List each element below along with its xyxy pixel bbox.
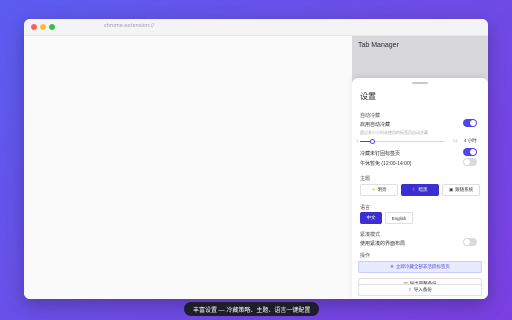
freeze-hours-slider[interactable] xyxy=(360,139,444,144)
blank-page-content xyxy=(24,36,352,299)
enable-auto-freeze-label: 启用自动冷藏 xyxy=(360,122,391,128)
section-actions: 操作 xyxy=(360,253,371,259)
language-chinese-button[interactable]: 中文 xyxy=(360,212,382,224)
compact-label: 使用紧凑的界面布局 xyxy=(360,241,406,247)
slider-min-label: 1 xyxy=(356,138,359,143)
settings-sheet: 设置 自动冷藏 启用自动冷藏 超过多少小时未使用的标签页自动冷藏 1 24 4 … xyxy=(352,78,488,299)
auto-freeze-hint: 超过多少小时未使用的标签页自动冷藏 xyxy=(360,130,428,135)
settings-title: 设置 xyxy=(360,92,376,101)
slider-thumb[interactable] xyxy=(370,139,375,144)
monitor-icon: ▣ xyxy=(448,187,454,192)
theme-option-label: 暗黑 xyxy=(418,187,428,192)
action-label: 立即冷藏全部非活跃标签页 xyxy=(395,264,450,269)
theme-light-button[interactable]: ☀ 明亮 xyxy=(360,184,398,196)
browser-window: chrome-extension:// Tab Manager 设置 自动冷藏 … xyxy=(24,19,488,299)
language-english-button[interactable]: English xyxy=(385,212,413,224)
section-auto-freeze: 自动冷藏 xyxy=(360,113,381,119)
compact-toggle[interactable] xyxy=(463,238,477,246)
toggle-knob xyxy=(470,149,476,155)
snowflake-icon: ❄ xyxy=(390,264,394,269)
slider-value-label: 4 小时 xyxy=(464,138,477,143)
enable-auto-freeze-toggle[interactable] xyxy=(463,119,477,127)
freeze-unpinned-toggle[interactable] xyxy=(463,148,477,156)
side-panel: Tab Manager 设置 自动冷藏 启用自动冷藏 超过多少小时未使用的标签页… xyxy=(352,36,488,299)
side-panel-title: Tab Manager xyxy=(358,42,399,49)
sun-icon: ☀ xyxy=(371,187,376,192)
import-backup-button[interactable]: ⇪ 导入备份 xyxy=(358,284,482,296)
section-compact: 紧凑模式 xyxy=(360,232,381,238)
theme-option-label: 明亮 xyxy=(377,187,387,192)
theme-dark-button[interactable]: ☾ 暗黑 xyxy=(401,184,439,196)
section-theme: 主题 xyxy=(360,176,371,182)
freeze-all-button[interactable]: ❄ 立即冷藏全部非活跃标签页 xyxy=(358,261,482,273)
theme-option-label: 跟随系统 xyxy=(455,187,474,192)
quiet-hours-toggle[interactable] xyxy=(463,158,477,166)
action-label: 导入备份 xyxy=(413,287,432,292)
freeze-unpinned-label: 冷藏未钉固标签页 xyxy=(360,151,401,157)
moon-icon: ☾ xyxy=(412,187,417,192)
address-bar[interactable]: chrome-extension:// xyxy=(104,23,154,29)
quiet-hours-label: 午休暂免 (12:00-14:00) xyxy=(360,161,412,167)
section-language: 语言 xyxy=(360,205,371,211)
toggle-knob xyxy=(464,159,470,165)
browser-titlebar: chrome-extension:// xyxy=(24,19,488,36)
minimize-window-button[interactable] xyxy=(40,24,46,30)
upload-icon: ⇪ xyxy=(408,287,412,292)
feature-caption: 丰富设置 — 冷藏策略、主题、语言一键配置 xyxy=(184,302,320,316)
theme-system-button[interactable]: ▣ 跟随系统 xyxy=(442,184,480,196)
close-window-button[interactable] xyxy=(31,24,37,30)
maximize-window-button[interactable] xyxy=(49,24,55,30)
slider-max-label: 24 xyxy=(453,138,458,143)
sheet-drag-handle[interactable] xyxy=(412,82,428,84)
toggle-knob xyxy=(470,120,476,126)
toggle-knob xyxy=(464,239,470,245)
